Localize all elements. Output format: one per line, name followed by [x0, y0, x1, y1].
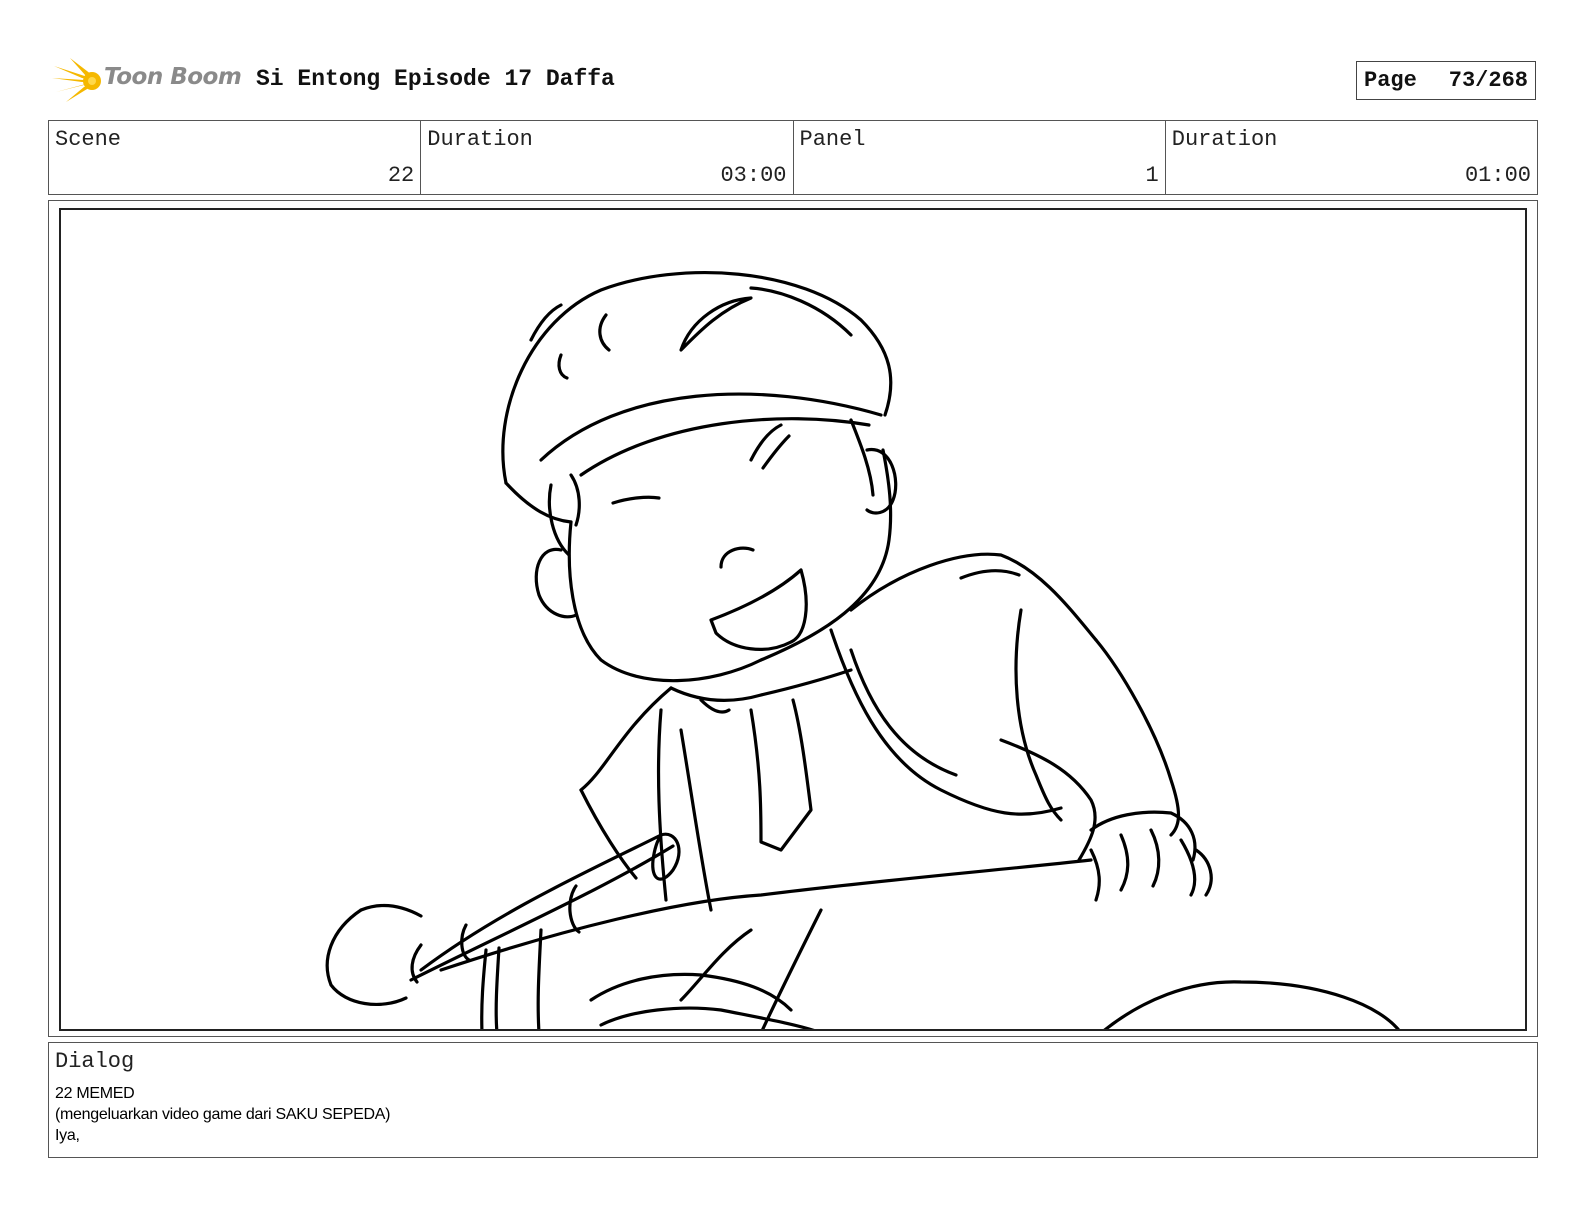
dialog-line: (mengeluarkan video game dari SAKU SEPED… [55, 1106, 391, 1123]
page-indicator: Page 73/268 [1356, 61, 1536, 100]
panel-duration-cell: Duration 01:00 [1166, 121, 1537, 194]
panel-cell: Panel 1 [794, 121, 1166, 194]
panel-duration-value: 01:00 [1464, 163, 1531, 188]
panel-duration-label: Duration [1171, 127, 1278, 152]
dialog-section: Dialog 22 MEMED (mengeluarkan video game… [48, 1042, 1538, 1158]
scene-label: Scene [55, 127, 122, 152]
dialog-label: Dialog [55, 1049, 135, 1074]
dialog-text: 22 MEMED (mengeluarkan video game dari S… [55, 1083, 390, 1146]
dialog-line: 22 MEMED [55, 1085, 135, 1102]
starburst-icon [52, 58, 101, 102]
storyboard-drawing [59, 208, 1527, 1031]
scene-cell: Scene 22 [49, 121, 422, 194]
panel-value: 1 [1145, 163, 1159, 188]
document-title: Si Entong Episode 17 Daffa [256, 66, 615, 92]
scene-duration-cell: Duration 03:00 [421, 121, 794, 194]
page-label: Page [1364, 68, 1417, 93]
logo-text: Toon Boom [104, 64, 242, 90]
boy-on-bicycle-sketch [325, 271, 1400, 1029]
scene-duration-value: 03:00 [720, 163, 787, 188]
panel-label: Panel [799, 127, 866, 152]
scene-duration-label: Duration [427, 127, 533, 152]
toon-boom-logo: Toon Boom [52, 56, 242, 106]
page-number: 73/268 [1448, 68, 1528, 93]
scene-info-row: Scene 22 Duration 03:00 Panel 1 Duration… [48, 120, 1538, 195]
dialog-line: Iya, [55, 1127, 80, 1144]
scene-value: 22 [387, 163, 415, 188]
storyboard-panel-frame [48, 200, 1538, 1037]
